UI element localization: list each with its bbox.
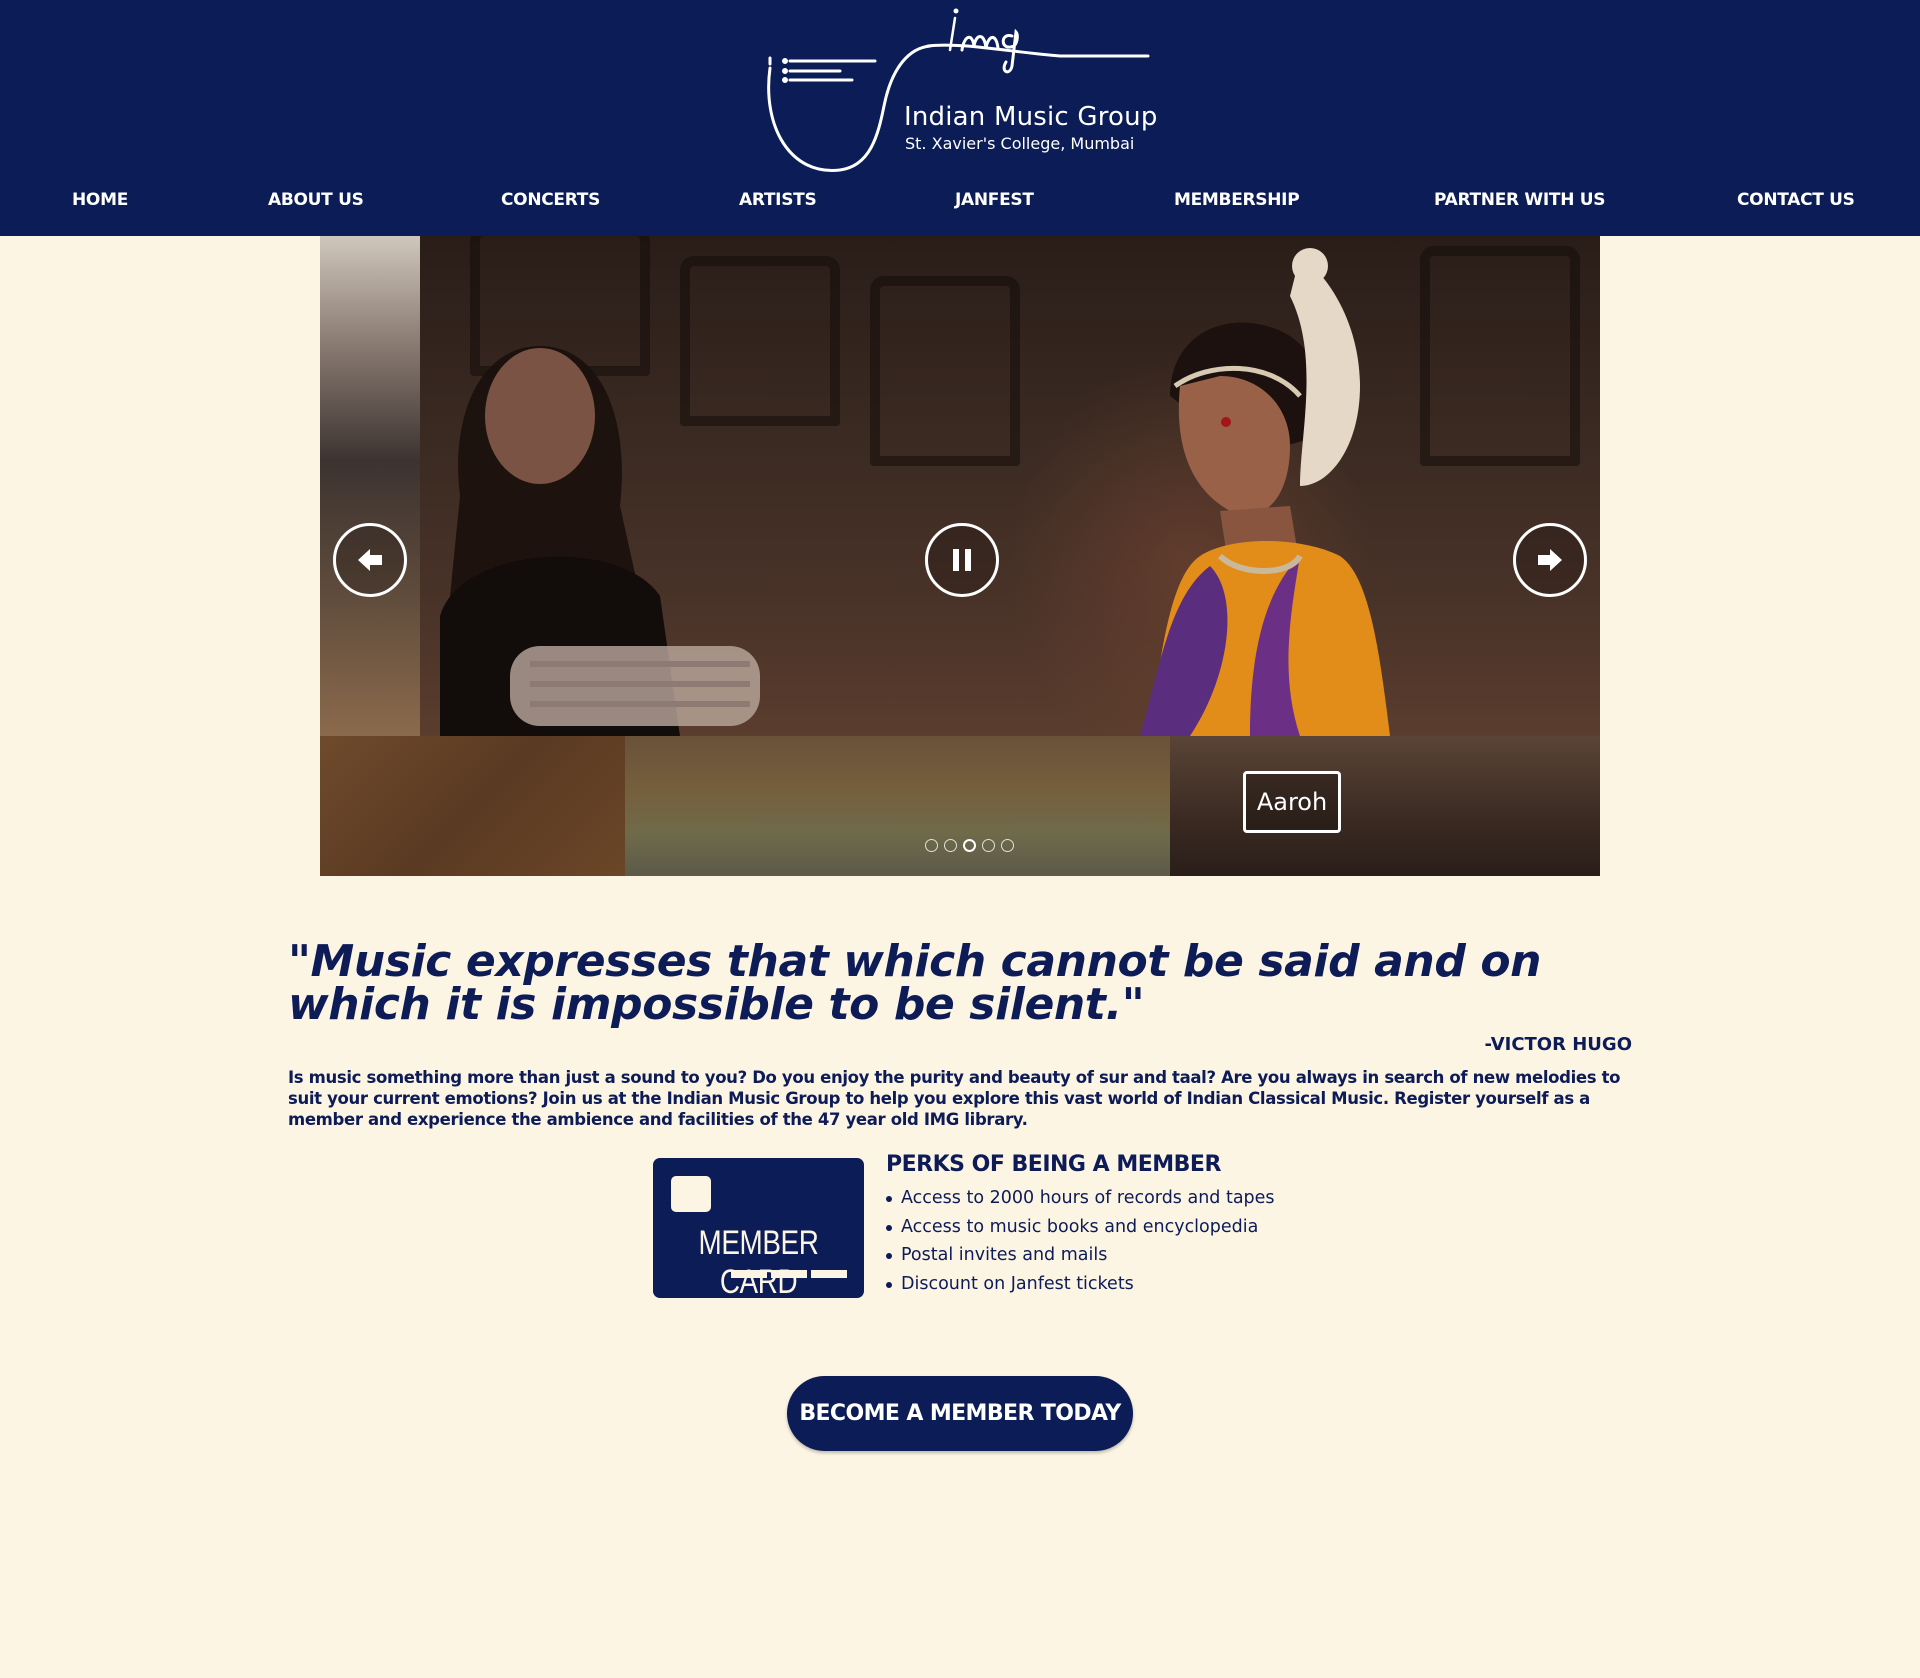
thumbnail-panel [1170,736,1600,876]
quote-author: -VICTOR HUGO [1484,1034,1632,1055]
slider-dot-2[interactable] [944,839,957,852]
main-nav: HOME ABOUT US CONCERTS ARTISTS JANFEST M… [0,190,1920,220]
nav-home[interactable]: HOME [72,190,128,210]
nav-partner-with-us[interactable]: PARTNER WITH US [1434,190,1606,210]
logo-title: Indian Music Group [904,102,1158,132]
become-member-button[interactable]: BECOME A MEMBER TODAY [787,1376,1133,1451]
slider-dot-4[interactable] [982,839,995,852]
slider-dot-1[interactable] [925,839,938,852]
seated-audience-member [440,346,760,736]
arrow-left-icon [358,549,382,571]
nav-about-us[interactable]: ABOUT US [268,190,364,210]
thumbnail-panel [320,736,625,876]
logo-subtitle: St. Xavier's College, Mumbai [905,134,1135,153]
nav-membership[interactable]: MEMBERSHIP [1174,190,1300,210]
slide-caption: Aaroh [1243,771,1341,833]
pause-icon [953,549,971,571]
dancer [1140,248,1390,736]
intro-paragraph: Is music something more than just a soun… [288,1068,1621,1129]
perks-list: Access to 2000 hours of records and tape… [884,1186,1275,1300]
nav-janfest[interactable]: JANFEST [955,190,1034,210]
perks-heading: PERKS OF BEING A MEMBER [886,1152,1221,1177]
slider-dot-5[interactable] [1001,839,1014,852]
background-chair [1420,246,1580,466]
card-stripe [811,1270,847,1278]
background-chair [870,276,1020,466]
previous-slide-peek [320,236,420,736]
nav-artists[interactable]: ARTISTS [739,190,817,210]
member-card-label: MEMBER CARD [698,1224,819,1301]
featured-quote: "Music expresses that which cannot be sa… [288,936,1542,1030]
next-slide-button[interactable] [1513,523,1587,597]
card-stripe [771,1270,807,1278]
prev-slide-button[interactable] [333,523,407,597]
site-header: Indian Music Group St. Xavier's College,… [0,0,1920,236]
image-slider[interactable]: Aaroh [320,236,1600,876]
slide-image [320,236,1600,736]
perk-item: Access to 2000 hours of records and tape… [884,1186,1275,1215]
slider-dot-3[interactable] [963,839,976,852]
nav-concerts[interactable]: CONCERTS [501,190,600,210]
arrow-right-icon [1538,549,1562,571]
card-stripe [731,1270,767,1278]
slide-thumbnail-strip [320,736,1600,876]
slider-pagination [925,839,1025,853]
thumbnail-panel [625,736,1170,876]
pause-slider-button[interactable] [925,523,999,597]
perk-item: Discount on Janfest tickets [884,1272,1275,1301]
card-chip [671,1176,711,1212]
member-card-icon: MEMBER CARD [653,1158,864,1301]
nav-contact-us[interactable]: CONTACT US [1737,190,1855,210]
perk-item: Postal invites and mails [884,1243,1275,1272]
img-logo[interactable]: Indian Music Group St. Xavier's College,… [760,6,1160,178]
perk-item: Access to music books and encyclopedia [884,1215,1275,1244]
